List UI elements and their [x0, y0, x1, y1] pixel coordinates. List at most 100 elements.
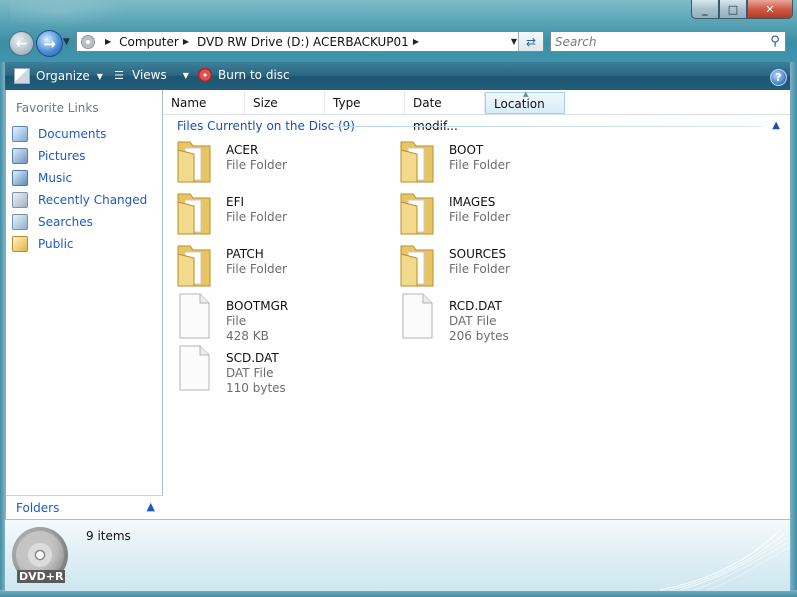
file-icon [176, 292, 212, 340]
burn-label: Burn to disc [218, 68, 290, 82]
burn-to-disc-button[interactable]: Burn to disc [198, 68, 290, 82]
folder-icon [399, 240, 435, 288]
file-item-boot[interactable]: BOOT File Folder [386, 136, 596, 184]
sidebar-item-label: Music [38, 171, 73, 185]
views-button[interactable]: ☰ Views ▼ [112, 68, 189, 82]
file-item-bootmgr[interactable]: BOOTMGR File 428 KB [163, 292, 373, 343]
address-dropdown-icon[interactable]: ▼ [511, 37, 517, 46]
file-item-rcd-dat[interactable]: RCD.DAT DAT File 206 bytes [386, 292, 596, 343]
forward-arrow-icon: → [43, 34, 56, 53]
forward-button[interactable]: → [36, 30, 63, 57]
explorer-window: _ □ ✕ ← → ▼ ▶ Computer ▶ DVD RW Drive (D… [0, 0, 797, 597]
column-location-label: Location [494, 97, 545, 111]
decorative-swoosh-icon [659, 529, 790, 591]
organize-button[interactable]: Organize ▼ [14, 68, 103, 84]
sidebar-item-music[interactable]: Music [12, 170, 72, 186]
folders-label: Folders [16, 501, 60, 515]
file-type: DAT File [449, 314, 497, 328]
breadcrumb-computer[interactable]: Computer [119, 35, 179, 49]
chevron-right-icon[interactable]: ▶ [183, 37, 189, 46]
sidebar-item-public[interactable]: Public [12, 236, 74, 252]
command-bar: Organize ▼ ☰ Views ▼ Burn to disc [0, 62, 797, 90]
file-item-patch[interactable]: PATCH File Folder [163, 240, 373, 288]
folder-icon [399, 188, 435, 236]
group-divider [333, 126, 763, 127]
file-name: RCD.DAT [449, 299, 502, 313]
chevron-down-icon: ▼ [182, 70, 189, 80]
column-date-modified[interactable]: Date modif... [405, 92, 485, 133]
sidebar-item-label: Public [38, 237, 74, 251]
file-size: 428 KB [226, 329, 269, 343]
file-item-acer[interactable]: ACER File Folder [163, 136, 373, 184]
sidebar-item-searches[interactable]: Searches [12, 214, 93, 230]
file-type: File Folder [226, 262, 287, 276]
sidebar-item-pictures[interactable]: Pictures [12, 148, 86, 164]
file-name: SCD.DAT [226, 351, 279, 365]
group-header[interactable]: Files Currently on the Disc (9) [177, 119, 355, 133]
file-type: File [226, 314, 247, 328]
file-list-pane: Name Size Type Date modif... ▲ Location … [163, 90, 790, 519]
file-type: File Folder [226, 210, 287, 224]
sidebar-item-label: Searches [38, 215, 93, 229]
organize-label: Organize [36, 69, 90, 83]
chevron-up-icon: ▲ [146, 500, 155, 513]
folder-icon [176, 136, 212, 184]
file-item-scd-dat[interactable]: SCD.DAT DAT File 110 bytes [163, 344, 373, 395]
window-controls: _ □ ✕ [691, 0, 793, 19]
search-input[interactable] [551, 32, 765, 51]
views-icon: ☰ [114, 68, 124, 82]
chevron-right-icon[interactable]: ▶ [105, 37, 111, 46]
file-name: PATCH [226, 247, 264, 261]
back-button[interactable]: ← [9, 31, 34, 56]
help-button[interactable]: ? [770, 69, 787, 86]
file-name: IMAGES [449, 195, 496, 209]
sidebar-item-label: Pictures [38, 149, 86, 163]
column-header-row: Name Size Type Date modif... ▲ Location [163, 90, 790, 133]
help-icon: ? [775, 71, 782, 84]
file-size: 206 bytes [449, 329, 509, 343]
sidebar-item-recently-changed[interactable]: Recently Changed [12, 192, 147, 208]
item-count: 9 items [86, 529, 131, 543]
chevron-down-icon: ▼ [96, 71, 103, 81]
search-box[interactable]: ⚲ [550, 31, 786, 52]
music-icon [12, 170, 28, 186]
folder-icon [399, 136, 435, 184]
file-type: File Folder [449, 158, 510, 172]
minimize-button[interactable]: _ [691, 0, 719, 19]
organize-icon [14, 68, 30, 84]
file-name: BOOT [449, 143, 484, 157]
maximize-button[interactable]: □ [719, 0, 747, 19]
file-type: File Folder [449, 262, 510, 276]
file-item-sources[interactable]: SOURCES File Folder [386, 240, 596, 288]
column-type[interactable]: Type [325, 92, 405, 114]
column-name[interactable]: Name [163, 92, 245, 114]
breadcrumb-dvd-drive[interactable]: DVD RW Drive (D:) ACERBACKUP01 [197, 35, 409, 49]
navigation-pane: Favorite Links Documents Pictures Music … [5, 90, 163, 520]
back-arrow-icon: ← [15, 35, 28, 52]
file-type: DAT File [226, 366, 274, 380]
column-size[interactable]: Size [245, 92, 325, 114]
favorite-links-title: Favorite Links [16, 101, 99, 115]
refresh-button[interactable]: ⇄ [518, 32, 543, 51]
column-location[interactable]: ▲ Location [485, 90, 565, 114]
window-border-bottom [0, 590, 797, 597]
file-item-efi[interactable]: EFI File Folder [163, 188, 373, 236]
views-label: Views [132, 68, 167, 82]
refresh-icon: ⇄ [525, 34, 537, 49]
file-name: EFI [226, 195, 245, 209]
pictures-icon [12, 148, 28, 164]
searches-icon [12, 214, 28, 230]
burn-disc-icon [198, 68, 212, 82]
sort-ascending-icon: ▲ [523, 90, 529, 98]
group-collapse-icon[interactable]: ▲ [772, 120, 780, 131]
close-button[interactable]: ✕ [747, 0, 793, 19]
file-icon [399, 292, 435, 340]
search-icon[interactable]: ⚲ [765, 34, 785, 49]
sidebar-item-documents[interactable]: Documents [12, 126, 106, 142]
recently-changed-icon [12, 192, 28, 208]
chevron-right-icon[interactable]: ▶ [413, 37, 419, 46]
file-item-images[interactable]: IMAGES File Folder [386, 188, 596, 236]
address-bar[interactable]: ▶ Computer ▶ DVD RW Drive (D:) ACERBACKU… [76, 31, 544, 52]
recent-pages-dropdown[interactable]: ▼ [63, 37, 70, 47]
folders-toggle[interactable]: Folders ▲ [6, 495, 163, 520]
